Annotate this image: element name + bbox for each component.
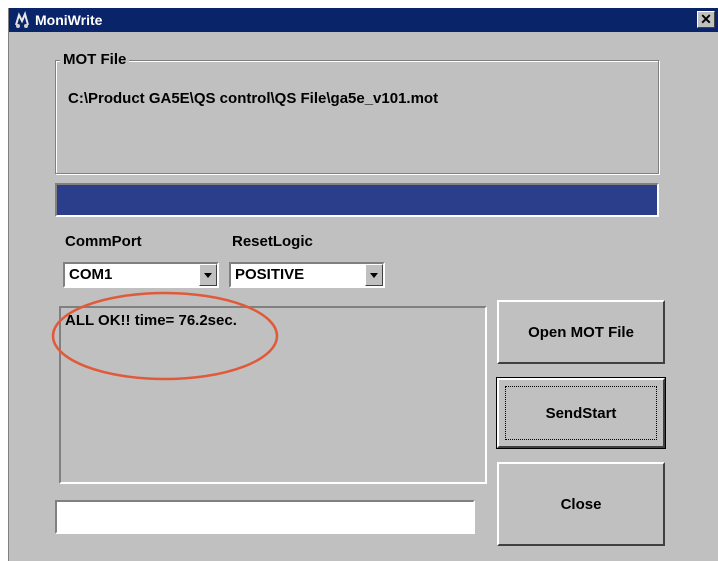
sendstart-button[interactable]: SendStart: [496, 377, 666, 449]
title-bar[interactable]: MoniWrite ✕: [9, 8, 718, 32]
mot-file-path: C:\Product GA5E\QS control\QS File\ga5e_…: [68, 90, 439, 107]
window-title: MoniWrite: [35, 12, 103, 28]
open-mot-file-label: Open MOT File: [528, 323, 634, 341]
status-field[interactable]: [55, 500, 475, 534]
mot-file-group: [55, 60, 659, 174]
resetlogic-select[interactable]: POSITIVE: [229, 262, 385, 288]
log-output[interactable]: ALL OK!! time= 76.2sec.: [59, 306, 487, 484]
mot-file-legend: MOT File: [60, 51, 130, 68]
focus-ring: [505, 386, 657, 440]
resetlogic-label: ResetLogic: [232, 233, 313, 250]
resetlogic-value: POSITIVE: [235, 266, 305, 283]
open-mot-file-button[interactable]: Open MOT File: [497, 300, 665, 364]
close-button[interactable]: Close: [497, 462, 665, 546]
log-message: ALL OK!! time= 76.2sec.: [65, 312, 237, 329]
commport-select[interactable]: COM1: [63, 262, 219, 288]
progress-bar: [55, 183, 659, 217]
commport-value: COM1: [69, 266, 113, 283]
chevron-down-icon[interactable]: [199, 264, 217, 286]
close-icon[interactable]: ✕: [697, 11, 715, 28]
app-icon: [13, 10, 31, 29]
close-label: Close: [560, 495, 602, 513]
commport-label: CommPort: [65, 233, 142, 250]
chevron-down-icon[interactable]: [365, 264, 383, 286]
